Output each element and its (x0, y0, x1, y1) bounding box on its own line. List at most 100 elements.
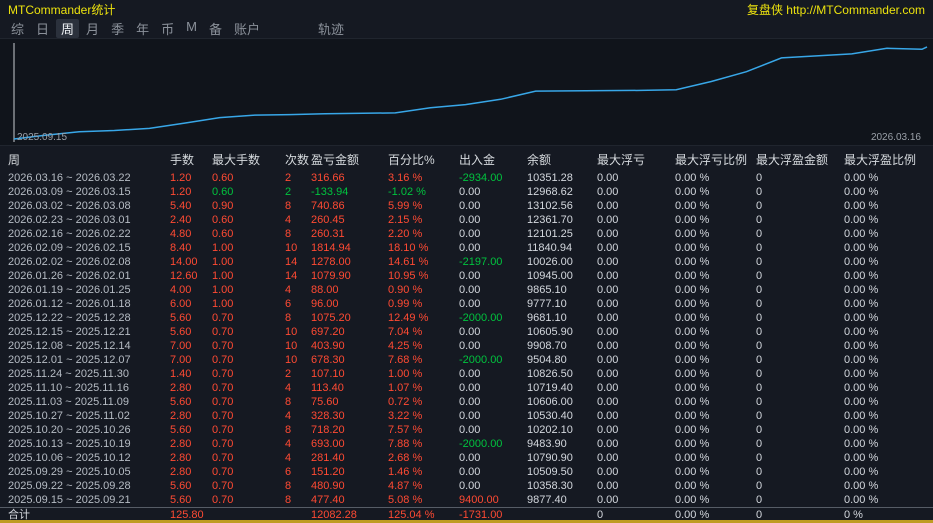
table-cell: 107.10 (311, 368, 345, 380)
table-cell: 7.57 % (388, 424, 423, 436)
table-row[interactable]: 2025.10.20 ~ 2025.10.26 5.60 0.70 8 718.20 7.… (0, 423, 933, 437)
table-row[interactable]: 2026.01.12 ~ 2026.01.18 6.00 1.00 6 96.00 0.9… (0, 297, 933, 311)
table-cell: 0.70 (212, 368, 234, 380)
table-row[interactable]: 2025.12.01 ~ 2025.12.07 7.00 0.70 10 678.30 7… (0, 353, 933, 367)
table-row[interactable]: 2026.01.26 ~ 2026.02.01 12.60 1.00 14 1079.9… (0, 269, 933, 283)
table-cell: 0.70 (212, 480, 234, 492)
table-row[interactable]: 2025.09.22 ~ 2025.09.28 5.60 0.70 8 480.90 4.… (0, 479, 933, 493)
menu-tab-账户[interactable]: 账户 (229, 19, 265, 38)
table-cell: 0.00 (597, 172, 619, 184)
menu-tab-周[interactable]: 周 (56, 19, 80, 38)
menu-tab-季[interactable]: 季 (106, 19, 129, 38)
table-cell: 0.70 (212, 382, 234, 394)
table-cell: 0.00 (597, 326, 619, 338)
table-cell: 5.60 (170, 424, 192, 436)
table-cell: 0.00 % (675, 480, 710, 492)
table-cell: 2 (285, 368, 292, 380)
table-cell: 2025.12.15 ~ 2025.12.21 (8, 326, 131, 338)
menu-tab-备[interactable]: 备 (204, 19, 227, 38)
table-cell: 5.99 % (388, 200, 423, 212)
table-cell: 0.00 (459, 424, 481, 436)
table-cell: 1079.90 (311, 270, 351, 282)
table-cell: 2025.12.08 ~ 2025.12.14 (8, 340, 131, 352)
table-cell: 0.00 % (675, 326, 710, 338)
column-header-1[interactable]: 手数 (168, 151, 210, 171)
table-row[interactable]: 2025.12.15 ~ 2025.12.21 5.60 0.70 10 697.20 7… (0, 325, 933, 339)
table-cell: 0.00 (459, 242, 481, 254)
table-cell: 8 (285, 200, 292, 212)
column-header-0[interactable]: 周 (0, 151, 168, 171)
table-cell: 0.00 % (844, 494, 879, 506)
table-cell: 328.30 (311, 410, 345, 422)
table-row[interactable]: 2025.10.27 ~ 2025.11.02 2.80 0.70 4 328.30 3.… (0, 409, 933, 423)
titlebar-site-link[interactable]: 复盘侠 http://MTCommander.com (747, 1, 925, 18)
menu-tab-日[interactable]: 日 (31, 19, 54, 38)
table-cell: 10358.30 (527, 480, 573, 492)
table-cell: 2.40 (170, 214, 192, 226)
menu-tab-年[interactable]: 年 (131, 19, 154, 38)
table-row[interactable]: 2026.03.16 ~ 2026.03.22 1.20 0.60 2 316.66 3.… (0, 171, 933, 185)
table-cell: 2.68 % (388, 452, 423, 464)
chart-end-date: 2026.03.16 (870, 132, 921, 143)
table-cell: 0.00 (459, 396, 481, 408)
menu-tab-币[interactable]: 币 (156, 19, 179, 38)
menu-tab-trajectory[interactable]: 轨迹 (313, 19, 349, 38)
table-cell: 0.70 (212, 494, 234, 506)
table-cell: 5.60 (170, 312, 192, 324)
table-row[interactable]: 2026.02.16 ~ 2026.02.22 4.80 0.60 8 260.31 2.… (0, 227, 933, 241)
table-cell: 1.00 (212, 284, 234, 296)
table-cell: 0.00 % (675, 298, 710, 310)
table-row[interactable]: 2025.09.29 ~ 2025.10.05 2.80 0.70 6 151.20 1.… (0, 465, 933, 479)
table-row[interactable]: 2025.10.06 ~ 2025.10.12 2.80 0.70 4 281.40 2.… (0, 451, 933, 465)
table-cell: 0.00 (459, 284, 481, 296)
table-row[interactable]: 2026.03.02 ~ 2026.03.08 5.40 0.90 8 740.86 5.… (0, 199, 933, 213)
table-row[interactable]: 2026.02.02 ~ 2026.02.08 14.00 1.00 14 1278.0… (0, 255, 933, 269)
table-row[interactable]: 2025.12.22 ~ 2025.12.28 5.60 0.70 8 1075.20 1… (0, 311, 933, 325)
table-row[interactable]: 2025.11.03 ~ 2025.11.09 5.60 0.70 8 75.60 0.7… (0, 395, 933, 409)
table-cell: 14.61 % (388, 256, 429, 268)
table-row[interactable]: 2026.03.09 ~ 2026.03.15 1.20 0.60 2 -133.94 -… (0, 185, 933, 199)
table-cell: 0 (756, 298, 763, 310)
table-cell: 2026.02.23 ~ 2026.03.01 (8, 214, 131, 226)
column-header-10[interactable]: 最大浮盈金额 (754, 151, 842, 171)
column-header-11[interactable]: 最大浮盈比例 (842, 151, 933, 171)
table-cell: 0.00 % (675, 270, 710, 282)
table-cell: 0.00 (597, 340, 619, 352)
stats-table-body: 2026.03.16 ~ 2026.03.22 1.20 0.60 2 316.66 3.… (0, 171, 933, 508)
table-cell: 113.40 (311, 382, 344, 394)
table-cell: 0.00 % (844, 270, 879, 282)
column-header-2[interactable]: 最大手数 (210, 151, 283, 171)
column-header-9[interactable]: 最大浮亏比例 (673, 151, 754, 171)
column-header-5[interactable]: 百分比% (386, 151, 457, 171)
column-header-8[interactable]: 最大浮亏 (595, 151, 673, 171)
menu-tab-M[interactable]: M (181, 19, 202, 38)
table-row[interactable]: 2025.10.13 ~ 2025.10.19 2.80 0.70 4 693.00 7.… (0, 437, 933, 451)
table-cell: 6.00 (170, 298, 192, 310)
table-cell: 0.00 (459, 340, 481, 352)
table-cell: 4 (285, 410, 292, 422)
menu-tab-综[interactable]: 综 (6, 19, 29, 38)
table-cell: 0.70 (212, 438, 234, 450)
column-header-6[interactable]: 出入金 (457, 151, 525, 171)
column-header-7[interactable]: 余额 (525, 151, 595, 171)
titlebar: MTCommander统计 复盘侠 http://MTCommander.com (0, 0, 933, 19)
table-cell: 403.90 (311, 340, 345, 352)
table-cell: 2.80 (170, 410, 192, 422)
column-header-3[interactable]: 次数 (283, 151, 309, 171)
table-row[interactable]: 2026.02.23 ~ 2026.03.01 2.40 0.60 4 260.45 2.… (0, 213, 933, 227)
table-cell: 3.22 % (388, 410, 423, 422)
table-row[interactable]: 2025.12.08 ~ 2025.12.14 7.00 0.70 10 403.90 4… (0, 339, 933, 353)
table-cell: 0.00 (459, 200, 481, 212)
table-cell: 4.25 % (388, 340, 423, 352)
column-header-4[interactable]: 盈亏金额 (309, 151, 386, 171)
table-row[interactable]: 2025.11.24 ~ 2025.11.30 1.40 0.70 2 107.10 1.… (0, 367, 933, 381)
table-cell: 0.60 (212, 228, 234, 240)
table-cell: 0.99 % (388, 298, 423, 310)
table-row[interactable]: 2025.09.15 ~ 2025.09.21 5.60 0.70 8 477.40 5.… (0, 493, 933, 508)
menu-tab-月[interactable]: 月 (81, 19, 104, 38)
table-row[interactable]: 2026.01.19 ~ 2026.01.25 4.00 1.00 4 88.00 0.9… (0, 283, 933, 297)
table-row[interactable]: 2025.11.10 ~ 2025.11.16 2.80 0.70 4 113.40 1.… (0, 381, 933, 395)
table-row[interactable]: 2026.02.09 ~ 2026.02.15 8.40 1.00 10 1814.94… (0, 241, 933, 255)
table-cell: 0.00 (597, 186, 619, 198)
table-cell: 5.08 % (388, 494, 423, 506)
